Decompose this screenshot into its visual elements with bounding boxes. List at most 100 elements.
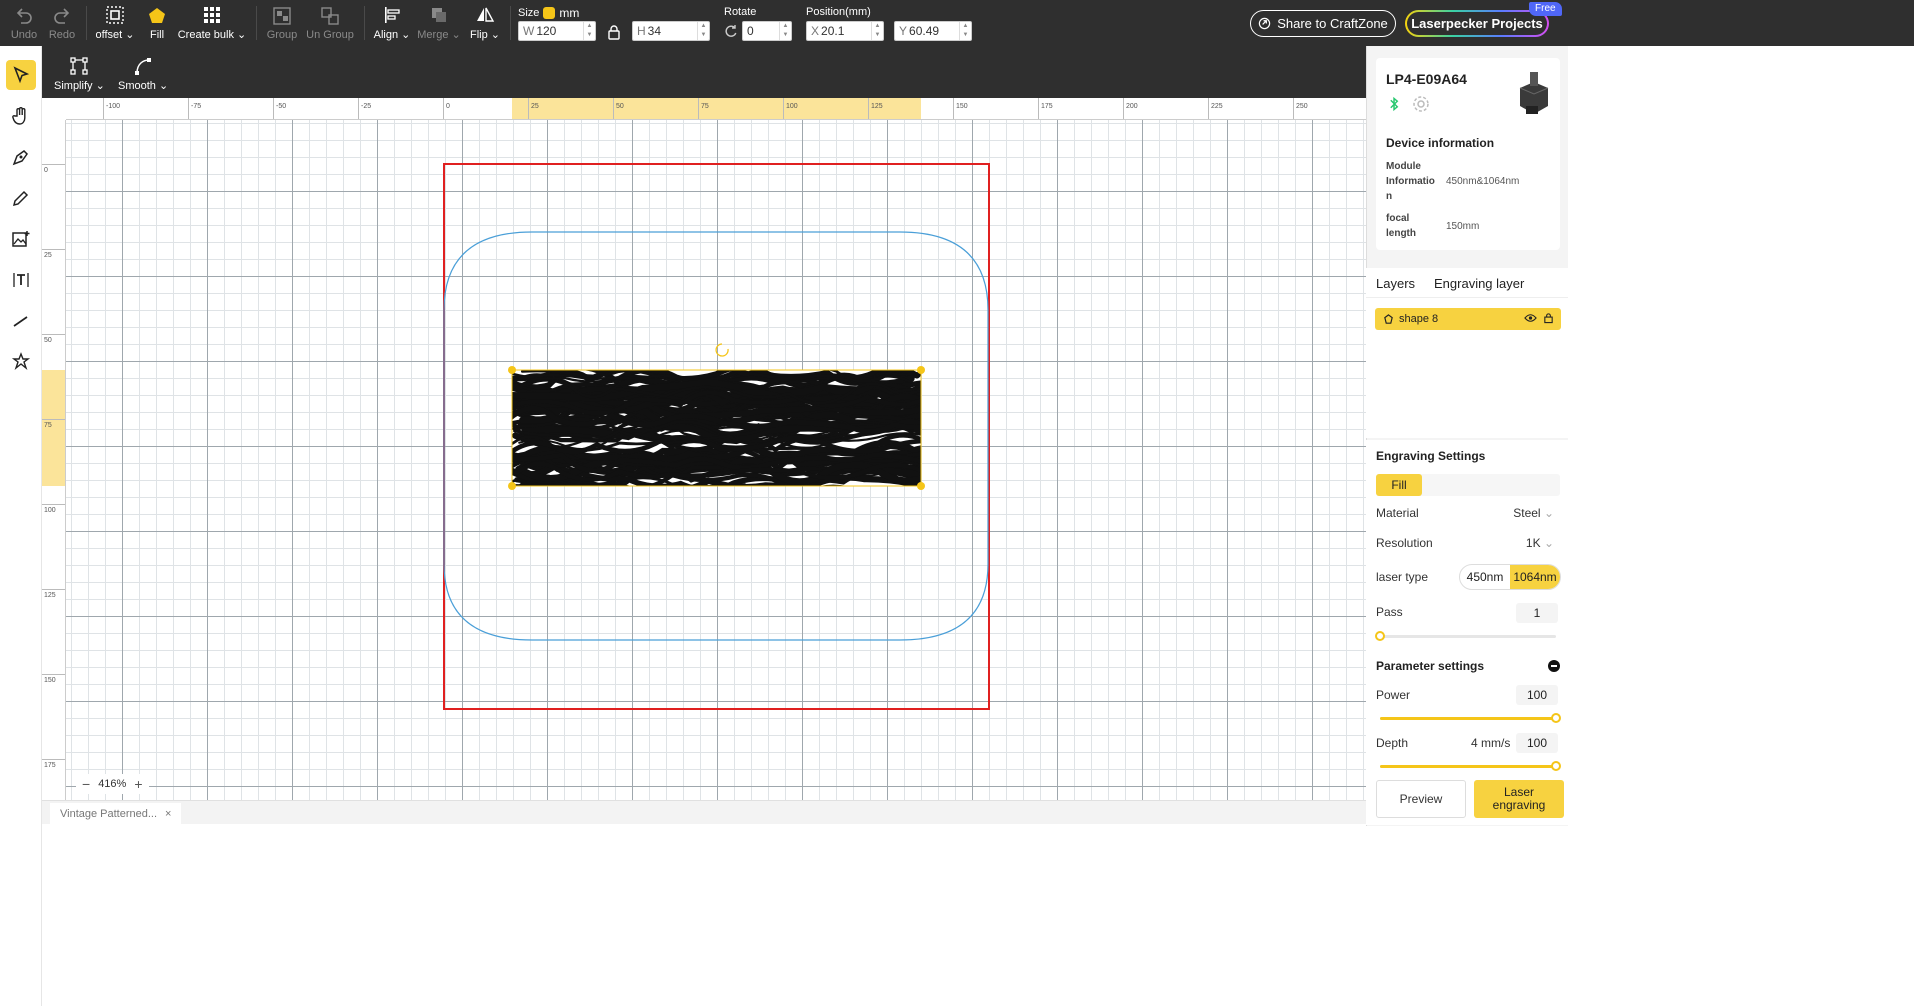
ruler-tick-label: 150 (956, 103, 968, 110)
rotate-icon (724, 24, 738, 38)
vertical-ruler: 0 25 50 75 100 125 150 175 (42, 120, 66, 800)
panel-tabs: Layers Engraving layer (1366, 268, 1568, 298)
width-input[interactable]: W 120 ▲ ▼ (518, 21, 596, 41)
ruler-tick-label: -50 (276, 103, 287, 110)
ruler-tick-mark (103, 98, 104, 119)
laser-engraving-button[interactable]: Laser engraving (1474, 780, 1564, 818)
pen-nib-icon (12, 150, 28, 166)
device-name: LP4-E09A64 (1386, 71, 1467, 87)
merge-icon (432, 8, 446, 22)
ruler-tick-mark (698, 98, 699, 119)
fill-mode-button[interactable]: Fill (1376, 474, 1422, 496)
gear-icon[interactable] (1412, 95, 1430, 118)
offset-button[interactable]: offset ⌄ (94, 0, 136, 46)
depth-input[interactable]: 100 (1516, 733, 1558, 753)
design-canvas[interactable] (66, 120, 1366, 800)
layer-item[interactable]: shape 8 (1375, 308, 1561, 330)
lock-ratio-icon[interactable] (606, 24, 622, 40)
focal-length-value: 150mm (1446, 221, 1480, 232)
toolbar-divider (256, 6, 257, 40)
collapse-icon[interactable] (1548, 660, 1560, 672)
ruler-tick-label: 175 (44, 762, 56, 769)
hand-tool[interactable] (6, 101, 36, 131)
smooth-button[interactable]: Smooth ⌄ (118, 56, 168, 92)
unit-label: mm (559, 6, 580, 20)
resize-handle[interactable] (917, 366, 925, 374)
mode-selector: Fill (1376, 474, 1560, 496)
shape-icon (1384, 313, 1393, 324)
share-craftzone-button[interactable]: Share to CraftZone (1250, 10, 1396, 37)
group-icon (273, 6, 291, 25)
image-tool[interactable] (6, 224, 36, 254)
pass-input[interactable]: 1 (1516, 603, 1558, 623)
select-tool[interactable] (6, 60, 36, 90)
flip-button[interactable]: Flip ⌄ (468, 0, 502, 46)
y-position-input[interactable]: Y 60.49 ▲ ▼ (894, 21, 972, 41)
simplify-button[interactable]: Simplify ⌄ (54, 56, 105, 92)
power-slider[interactable] (1380, 713, 1561, 723)
close-icon[interactable]: × (165, 808, 171, 820)
ruler-tick-label: 100 (44, 507, 56, 514)
width-stepper[interactable]: ▲ ▼ (583, 22, 595, 40)
pattern-image[interactable] (506, 350, 1008, 497)
pencil-tool[interactable] (6, 183, 36, 213)
ungroup-button[interactable]: Un Group (304, 0, 356, 46)
pen-tool[interactable] (6, 142, 36, 172)
file-tab[interactable]: Vintage Patterned... × (50, 803, 182, 825)
fill-icon (149, 7, 165, 23)
smooth-icon (135, 58, 152, 75)
resize-handle[interactable] (917, 482, 925, 490)
material-value: Steel (1513, 506, 1541, 520)
rotate-input[interactable]: 0 ▲ ▼ (742, 21, 792, 41)
create-bulk-button[interactable]: Create bulk ⌄ (178, 0, 246, 46)
y-stepper[interactable]: ▲ ▼ (959, 22, 971, 40)
resize-handle[interactable] (508, 482, 516, 490)
text-tool[interactable] (6, 265, 36, 295)
zoom-in-button[interactable]: + (134, 776, 142, 792)
ruler-tick-mark (273, 98, 274, 119)
x-stepper[interactable]: ▲ ▼ (871, 22, 883, 40)
chevron-down-icon: ⌄ (1543, 506, 1554, 520)
merge-button[interactable]: Merge ⌄ (417, 0, 461, 46)
height-input[interactable]: H 34 ▲ ▼ (632, 21, 710, 41)
resolution-value: 1K (1525, 536, 1541, 550)
redo-button[interactable]: Redo (46, 0, 78, 46)
eye-icon[interactable] (1524, 313, 1537, 326)
ruler-tick-label: 125 (871, 103, 883, 110)
laser-1064-option[interactable]: 1064nm (1510, 565, 1560, 589)
focal-length-label: focal length (1386, 213, 1416, 239)
depth-slider[interactable] (1380, 761, 1561, 771)
zoom-out-button[interactable]: − (82, 776, 90, 792)
height-stepper[interactable]: ▲ ▼ (697, 22, 709, 40)
rotate-handle-icon[interactable] (715, 343, 729, 357)
undo-button[interactable]: Undo (8, 0, 40, 46)
x-position-input[interactable]: X 20.1 ▲ ▼ (806, 21, 884, 41)
material-row[interactable]: Material Steel ⌄ (1376, 506, 1560, 520)
lock-icon[interactable] (1543, 312, 1554, 327)
slider-handle[interactable] (1551, 761, 1561, 771)
tab-layers[interactable]: Layers (1376, 276, 1415, 291)
ruler-tick-mark (868, 98, 869, 119)
laser-450-option[interactable]: 450nm (1460, 565, 1510, 589)
preview-button[interactable]: Preview (1376, 780, 1466, 818)
ruler-tick-label: -25 (361, 103, 372, 110)
resize-handle[interactable] (508, 366, 516, 374)
device-image (1512, 70, 1552, 120)
line-tool[interactable] (6, 306, 36, 336)
rotate-stepper[interactable]: ▲ ▼ (779, 22, 791, 40)
unit-checkbox[interactable] (543, 7, 556, 19)
pass-slider[interactable] (1375, 631, 1556, 641)
slider-handle[interactable] (1551, 713, 1561, 723)
resolution-row[interactable]: Resolution 1K ⌄ (1376, 536, 1560, 550)
fill-button[interactable]: Fill (143, 0, 171, 46)
align-button[interactable]: Align ⌄ (372, 0, 412, 46)
laserpecker-projects-button[interactable]: Laserpecker Projects (1405, 10, 1549, 37)
power-input[interactable]: 100 (1516, 685, 1558, 705)
align-left-icon (385, 7, 400, 23)
slider-handle[interactable] (1375, 631, 1385, 641)
tab-engraving-layer[interactable]: Engraving layer (1434, 276, 1524, 291)
share-icon (1259, 17, 1271, 30)
shape-tool[interactable] (6, 347, 36, 377)
size-label: Size mm (518, 6, 580, 20)
group-button[interactable]: Group (264, 0, 300, 46)
